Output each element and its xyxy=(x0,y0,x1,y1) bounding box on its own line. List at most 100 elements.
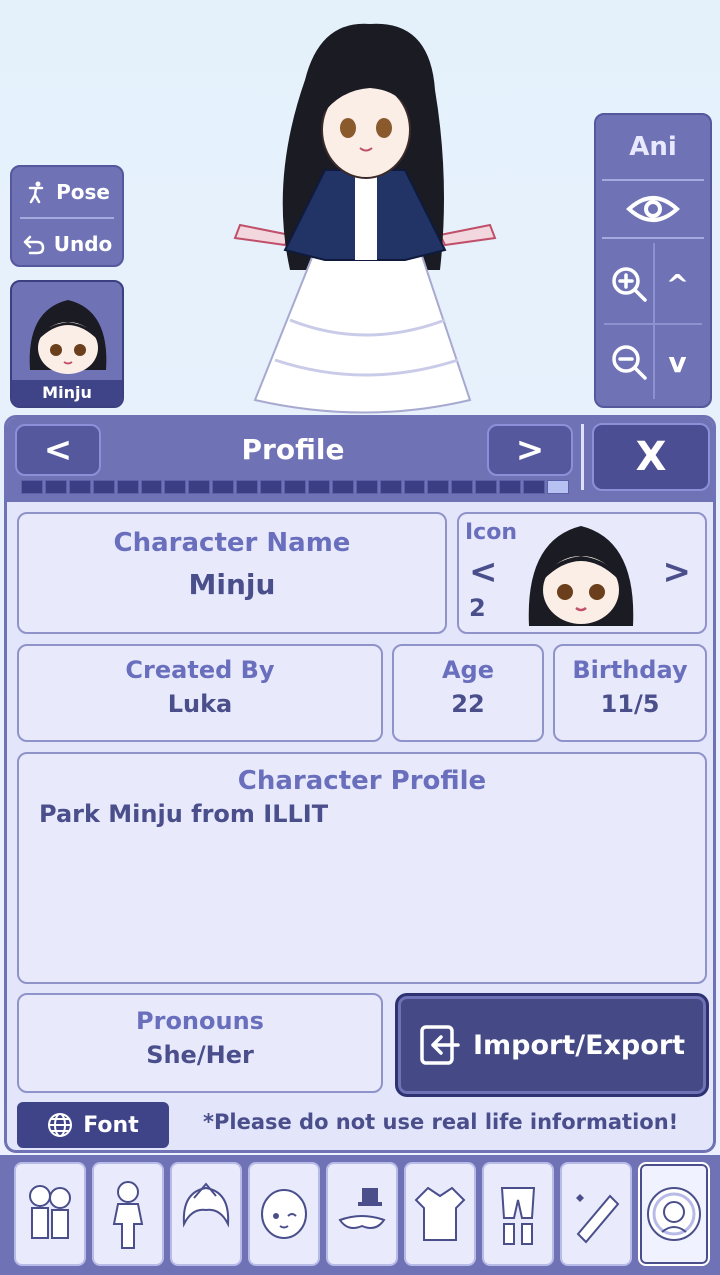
icon-selector: Icon < 2 > xyxy=(457,512,707,634)
tool-accessories[interactable] xyxy=(326,1162,398,1266)
created-by-field[interactable]: Created By Luka xyxy=(17,644,383,742)
progress-segment xyxy=(236,480,259,494)
progress-segment xyxy=(403,480,426,494)
birthday-label: Birthday xyxy=(572,656,688,684)
birthday-field[interactable]: Birthday 11/5 xyxy=(553,644,707,742)
character-name-value: Minju xyxy=(188,568,276,601)
pose-button[interactable]: Pose xyxy=(12,167,122,217)
character-profile-field[interactable]: Character Profile Park Minju from ILLIT xyxy=(17,752,707,984)
pronouns-value: She/Her xyxy=(146,1041,254,1069)
character-slot[interactable]: Minju xyxy=(10,280,124,408)
zoom-grid: ^ v xyxy=(604,245,702,401)
progress-segment xyxy=(475,480,498,494)
pronouns-field[interactable]: Pronouns She/Her xyxy=(17,993,383,1093)
age-label: Age xyxy=(441,656,495,684)
zoom-out-button[interactable] xyxy=(604,323,653,401)
icon-number: 2 xyxy=(469,594,486,622)
body-icon xyxy=(112,1181,144,1249)
progress-segment xyxy=(499,480,522,494)
birthday-value: 11/5 xyxy=(600,690,660,718)
progress-segment xyxy=(164,480,187,494)
progress-segment xyxy=(379,480,402,494)
progress-segment xyxy=(427,480,450,494)
tool-hair[interactable] xyxy=(170,1162,242,1266)
privacy-notice: *Please do not use real life information… xyxy=(203,1110,679,1134)
zoom-out-icon xyxy=(611,345,647,380)
top-clothing-icon xyxy=(414,1186,466,1241)
progress-segment xyxy=(116,480,139,494)
character-name-label: Character Name xyxy=(113,528,351,558)
panel-header: < Profile > X xyxy=(7,418,713,502)
move-up-button[interactable]: ^ xyxy=(653,245,702,323)
character-avatar-icon xyxy=(29,300,107,374)
character-profile-label: Character Profile xyxy=(237,766,487,796)
progress-segment xyxy=(451,480,474,494)
eye-icon xyxy=(626,196,680,222)
import-export-label: Import/Export xyxy=(472,1029,686,1061)
page-progress xyxy=(21,480,569,494)
character-icon-preview xyxy=(528,526,634,626)
pose-undo-group: Pose Undo xyxy=(10,165,124,267)
icon-label: Icon xyxy=(465,520,518,545)
import-icon xyxy=(420,1025,460,1065)
age-field[interactable]: Age 22 xyxy=(392,644,544,742)
character-slot-name: Minju xyxy=(12,380,122,406)
undo-label: Undo xyxy=(53,232,113,256)
zoom-in-button[interactable] xyxy=(604,245,653,323)
accessories-icon xyxy=(338,1188,386,1229)
created-by-label: Created By xyxy=(125,656,275,684)
pose-icon xyxy=(28,181,44,204)
character-figure[interactable] xyxy=(230,20,500,415)
progress-segment xyxy=(212,480,235,494)
undo-icon xyxy=(23,235,44,255)
progress-segment xyxy=(260,480,282,494)
progress-segment xyxy=(68,480,91,494)
bottom-clothing-icon xyxy=(500,1187,536,1245)
progress-segment xyxy=(546,480,569,494)
face-icon xyxy=(261,1189,307,1239)
progress-segment xyxy=(92,480,115,494)
character-profile-value: Park Minju from ILLIT xyxy=(39,800,329,828)
icon-next-button[interactable]: > xyxy=(663,552,692,592)
next-page-button[interactable]: > xyxy=(487,424,573,476)
undo-button[interactable]: Undo xyxy=(12,219,122,269)
tool-props[interactable] xyxy=(560,1162,632,1266)
font-label: Font xyxy=(83,1112,139,1138)
ani-button[interactable]: Ani xyxy=(596,115,710,179)
progress-segment xyxy=(21,480,43,494)
close-button[interactable]: X xyxy=(592,423,710,491)
progress-segment xyxy=(331,480,354,494)
progress-segment xyxy=(188,480,211,494)
hair-icon xyxy=(182,1182,230,1228)
import-export-button[interactable]: Import/Export xyxy=(395,993,709,1097)
progress-segment xyxy=(44,480,67,494)
tool-profile[interactable] xyxy=(638,1162,710,1266)
prev-page-button[interactable]: < xyxy=(15,424,101,476)
created-by-value: Luka xyxy=(167,690,233,718)
progress-segment xyxy=(307,480,330,494)
progress-segment xyxy=(355,480,378,494)
toggle-visibility-button[interactable] xyxy=(602,179,704,239)
divider xyxy=(581,424,584,490)
character-name-field[interactable]: Character Name Minju xyxy=(17,512,447,634)
panel-title: Profile xyxy=(241,433,345,466)
globe-icon xyxy=(48,1113,73,1137)
progress-segment xyxy=(140,480,163,494)
progress-segment xyxy=(283,480,306,494)
move-down-button[interactable]: v xyxy=(653,323,702,401)
icon-prev-button[interactable]: < xyxy=(469,552,498,592)
tool-characters[interactable] xyxy=(14,1162,86,1266)
profile-icon xyxy=(647,1187,701,1241)
progress-segment xyxy=(523,480,545,494)
pose-label: Pose xyxy=(56,180,110,204)
tool-face[interactable] xyxy=(248,1162,320,1266)
profile-panel: < Profile > X Character Name Minju Icon … xyxy=(4,415,716,1153)
zoom-in-icon xyxy=(611,267,647,302)
tool-tops[interactable] xyxy=(404,1162,476,1266)
pronouns-label: Pronouns xyxy=(136,1007,264,1035)
age-value: 22 xyxy=(451,690,485,718)
tool-bottoms[interactable] xyxy=(482,1162,554,1266)
tool-body[interactable] xyxy=(92,1162,164,1266)
font-button[interactable]: Font xyxy=(17,1102,169,1148)
props-icon xyxy=(576,1194,620,1244)
